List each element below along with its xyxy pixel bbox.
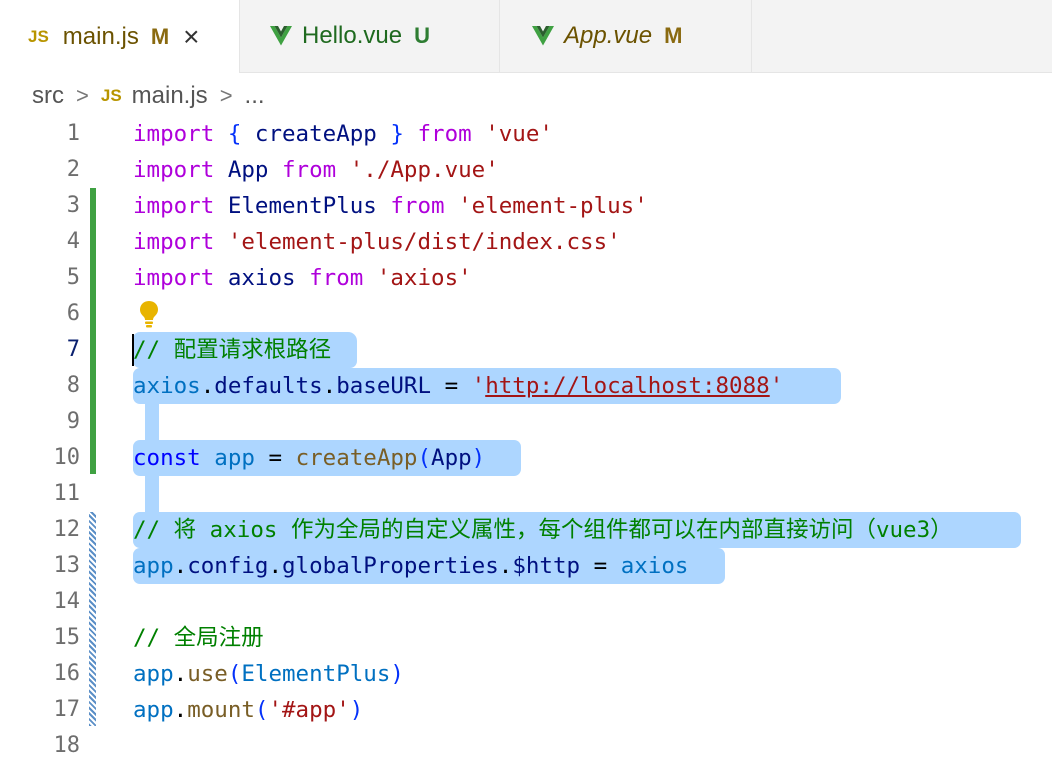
- code-text: app.use(ElementPlus): [133, 661, 404, 687]
- code-text: import axios from 'axios': [133, 265, 472, 291]
- text-selection: [145, 404, 159, 440]
- url-link[interactable]: http://localhost:8088: [485, 373, 769, 399]
- code-line: 15 // 全局注册: [0, 620, 1052, 656]
- line-number: 12: [53, 517, 81, 542]
- code-text: app.mount('#app'): [133, 697, 364, 723]
- modified-badge: M: [664, 23, 683, 48]
- code-line: 6: [0, 296, 1052, 332]
- breadcrumb: src > JS main.js > ...: [32, 78, 265, 114]
- code-text: const app = createApp(App): [133, 445, 486, 471]
- line-number: 4: [66, 229, 80, 254]
- code-line: 12 // 将 axios 作为全局的自定义属性，每个组件都可以在内部直接访问（…: [0, 512, 1052, 548]
- code-line: 17 app.mount('#app'): [0, 692, 1052, 728]
- line-number: 16: [53, 661, 81, 686]
- code-text: axios.defaults.baseURL = 'http://localho…: [133, 373, 784, 399]
- line-number: 5: [66, 265, 80, 290]
- line-number: 14: [53, 589, 81, 614]
- code-text: import { createApp } from 'vue': [133, 121, 553, 147]
- line-number: 6: [66, 301, 80, 326]
- code-line: 5 import axios from 'axios': [0, 260, 1052, 296]
- line-number: 15: [53, 625, 81, 650]
- tab-app-vue[interactable]: App.vue M: [500, 0, 752, 72]
- javascript-file-icon: JS: [28, 26, 49, 46]
- code-line: 16 app.use(ElementPlus): [0, 656, 1052, 692]
- code-line: 7 // 配置请求根路径: [0, 332, 1052, 368]
- code-text: app.config.globalProperties.$http = axio…: [133, 553, 689, 579]
- code-text: import App from './App.vue': [133, 157, 499, 183]
- line-number: 8: [66, 373, 80, 398]
- untracked-badge: U: [414, 23, 430, 48]
- code-line: 13 app.config.globalProperties.$http = a…: [0, 548, 1052, 584]
- code-editor[interactable]: 1 import { createApp } from 'vue' 2 impo…: [0, 116, 1052, 778]
- line-number: 1: [66, 121, 80, 146]
- modified-badge: M: [150, 23, 170, 49]
- breadcrumb-folder[interactable]: src: [32, 82, 64, 110]
- code-line: 1 import { createApp } from 'vue': [0, 116, 1052, 152]
- code-text: // 全局注册: [133, 625, 264, 651]
- code-line: 2 import App from './App.vue': [0, 152, 1052, 188]
- line-number: 17: [53, 697, 81, 722]
- line-number: 3: [66, 193, 80, 218]
- code-line: 10 const app = createApp(App): [0, 440, 1052, 476]
- chevron-right-icon: >: [219, 83, 233, 108]
- code-line: 4 import 'element-plus/dist/index.css': [0, 224, 1052, 260]
- code-line: 3 import ElementPlus from 'element-plus': [0, 188, 1052, 224]
- code-text: import ElementPlus from 'element-plus': [133, 193, 648, 219]
- code-line: 8 axios.defaults.baseURL = 'http://local…: [0, 368, 1052, 404]
- vue-file-icon: [532, 26, 554, 46]
- line-number: 18: [53, 733, 81, 758]
- line-number: 11: [53, 481, 81, 506]
- code-line: 11: [0, 476, 1052, 512]
- tab-label: Hello.vue: [302, 22, 403, 49]
- breadcrumb-file[interactable]: main.js: [132, 82, 208, 110]
- code-text: import 'element-plus/dist/index.css': [133, 229, 621, 255]
- text-selection: [145, 476, 159, 512]
- line-number: 2: [66, 157, 80, 182]
- editor-tab-bar: JS main.js M × Hello.vue U App.vue M: [0, 0, 1052, 73]
- code-line: 9: [0, 404, 1052, 440]
- line-number: 7: [66, 337, 80, 362]
- tab-label: main.js: [62, 22, 139, 50]
- line-number: 9: [66, 409, 80, 434]
- vue-file-icon: [270, 26, 292, 46]
- breadcrumb-symbols[interactable]: ...: [245, 82, 265, 110]
- code-line: 14: [0, 584, 1052, 620]
- tab-label: App.vue: [564, 22, 653, 49]
- tab-hello-vue[interactable]: Hello.vue U: [240, 0, 500, 72]
- code-text: // 将 axios 作为全局的自定义属性，每个组件都可以在内部直接访问（vue…: [133, 517, 953, 543]
- javascript-file-icon: JS: [100, 86, 122, 105]
- line-number: 10: [53, 445, 81, 470]
- text-cursor: [132, 334, 134, 366]
- close-icon[interactable]: ×: [183, 22, 199, 51]
- chevron-right-icon: >: [76, 83, 89, 108]
- code-line: 18: [0, 728, 1052, 764]
- code-text: // 配置请求根路径: [133, 337, 332, 363]
- lightbulb-icon[interactable]: [138, 300, 160, 328]
- tab-main-js[interactable]: JS main.js M ×: [0, 0, 240, 73]
- line-number: 13: [53, 553, 81, 578]
